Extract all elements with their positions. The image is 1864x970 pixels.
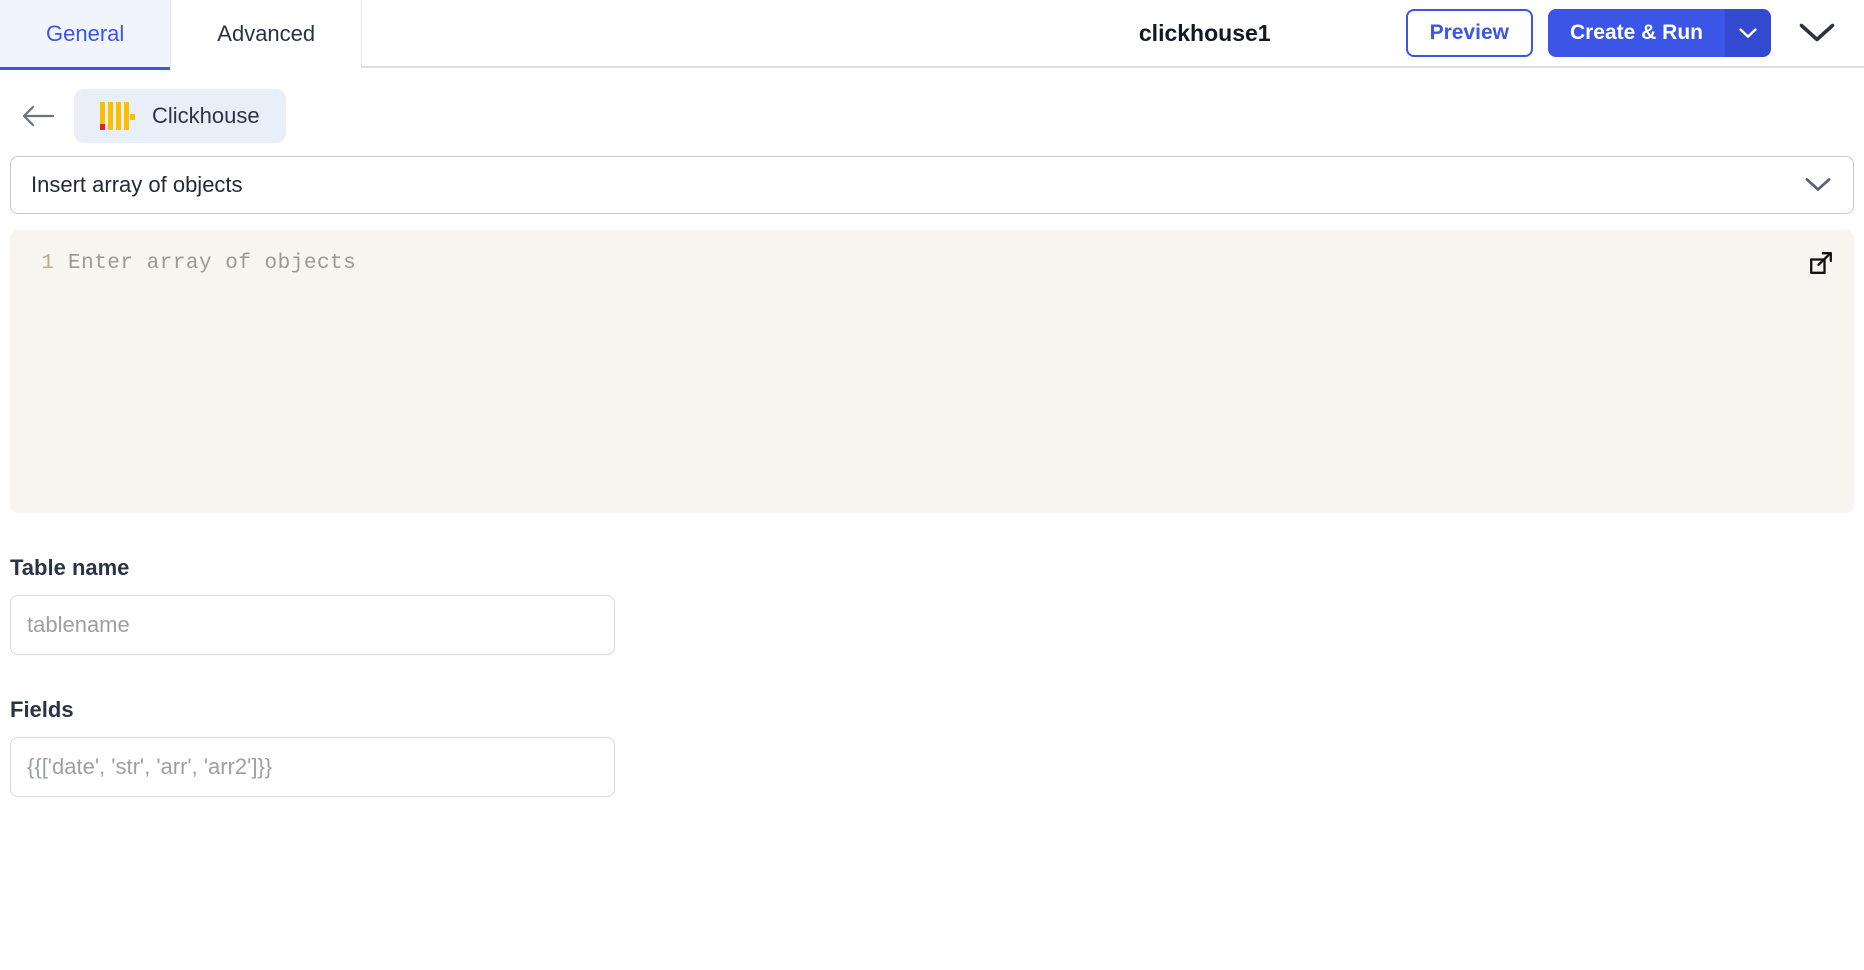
editor-expand-button[interactable]	[1806, 248, 1836, 278]
tab-advanced[interactable]: Advanced	[171, 0, 363, 68]
table-name-label: Table name	[10, 555, 130, 580]
header-spacer	[362, 0, 1139, 66]
editor-line-number: 1	[41, 252, 54, 275]
breadcrumb-item-label: Clickhouse	[152, 103, 260, 128]
fields-label: Fields	[10, 697, 74, 722]
preview-button[interactable]: Preview	[1405, 9, 1533, 57]
arrow-left-icon	[22, 105, 55, 127]
chevron-down-icon	[1739, 27, 1757, 38]
tab-general[interactable]: General	[0, 0, 172, 70]
editor-first-line: 1 Enter array of objects	[10, 230, 1854, 275]
chevron-down-icon	[1805, 178, 1831, 193]
app-header: General Advanced clickhouse1 Preview Cre…	[0, 0, 1864, 70]
back-button[interactable]	[16, 94, 60, 138]
page-title: clickhouse1	[1138, 19, 1271, 46]
chevron-down-icon	[1799, 23, 1835, 41]
operation-select-value: Insert array of objects	[31, 172, 243, 197]
create-and-run-label: Create & Run	[1569, 21, 1703, 44]
clickhouse-logo-icon	[100, 102, 135, 130]
table-name-input[interactable]	[10, 595, 615, 655]
tab-bar: General Advanced	[0, 0, 363, 70]
operation-select[interactable]: Insert array of objects	[10, 156, 1854, 214]
panel-collapse-button[interactable]	[1794, 10, 1840, 56]
breadcrumb: Clickhouse	[0, 68, 1864, 146]
tab-general-label: General	[46, 21, 125, 46]
main-content: Insert array of objects 1 Enter array of…	[0, 156, 1864, 797]
create-and-run-button-group[interactable]: Create & Run	[1547, 9, 1771, 57]
external-link-icon	[1810, 252, 1832, 274]
editor-placeholder-text: Enter array of objects	[68, 252, 357, 275]
tab-advanced-label: Advanced	[217, 21, 316, 46]
preview-button-label: Preview	[1429, 21, 1509, 44]
breadcrumb-item-clickhouse[interactable]: Clickhouse	[74, 89, 286, 143]
create-and-run-dropdown-toggle[interactable]	[1725, 9, 1771, 57]
create-and-run-button[interactable]: Create & Run	[1547, 9, 1725, 57]
fields-input[interactable]	[10, 737, 615, 797]
array-of-objects-editor[interactable]: 1 Enter array of objects	[10, 230, 1854, 513]
header-actions: clickhouse1 Preview Create & Run	[1139, 0, 1864, 66]
